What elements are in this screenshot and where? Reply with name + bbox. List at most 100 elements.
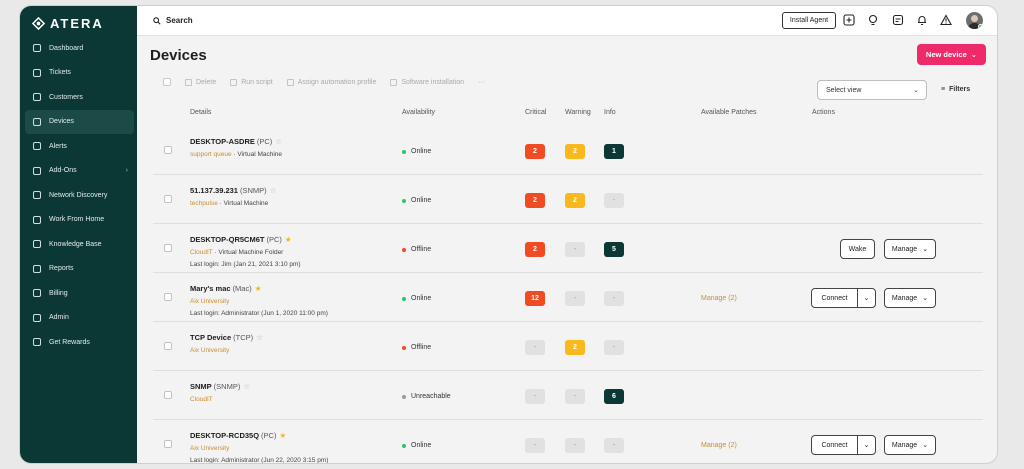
critical-badge[interactable]: - bbox=[525, 340, 545, 355]
table-row[interactable]: 51.137.39.231 (SNMP) ☆ techpulse · Virtual … bbox=[153, 175, 983, 224]
sidebar-item-knowledge-base[interactable]: Knowledge Base bbox=[25, 232, 134, 257]
critical-badge[interactable]: 2 bbox=[525, 242, 545, 257]
user-avatar[interactable] bbox=[966, 12, 983, 29]
star-icon[interactable]: ★ bbox=[285, 235, 292, 244]
device-name-text[interactable]: DESKTOP-QR5CM6T bbox=[190, 235, 264, 244]
sidebar-item-dashboard[interactable]: Dashboard bbox=[25, 36, 134, 61]
sidebar-item-tickets[interactable]: Tickets bbox=[25, 61, 134, 86]
row-checkbox[interactable] bbox=[164, 391, 172, 399]
critical-badge[interactable]: 2 bbox=[525, 144, 545, 159]
star-icon[interactable]: ☆ bbox=[270, 186, 277, 195]
critical-badge[interactable]: - bbox=[525, 389, 545, 404]
customer-link[interactable]: Aix University bbox=[190, 347, 229, 354]
manage-patches-link[interactable]: Manage (2) bbox=[701, 295, 737, 302]
search-bar[interactable]: Search bbox=[153, 16, 193, 25]
wake-button[interactable]: Wake bbox=[840, 239, 875, 259]
assign-profile-button[interactable]: Assign automation profile bbox=[286, 78, 376, 86]
star-icon[interactable]: ☆ bbox=[275, 137, 282, 146]
manage-button[interactable]: Manage ⌄ bbox=[884, 435, 936, 455]
device-name-text[interactable]: 51.137.39.231 bbox=[190, 186, 238, 195]
customer-link[interactable]: support queue bbox=[190, 151, 232, 158]
sidebar-item-admin[interactable]: Admin bbox=[25, 306, 134, 331]
device-name[interactable]: 51.137.39.231 (SNMP) ☆ bbox=[190, 186, 276, 195]
chevron-down-icon[interactable]: ⌄ bbox=[858, 289, 875, 307]
warning-badge[interactable]: - bbox=[565, 242, 585, 257]
warning-badge[interactable]: 2 bbox=[565, 144, 585, 159]
critical-badge[interactable]: 12 bbox=[525, 291, 545, 306]
add-icon[interactable] bbox=[843, 14, 855, 26]
install-agent-button[interactable]: Install Agent bbox=[782, 12, 836, 29]
device-name[interactable]: TCP Device (TCP) ☆ bbox=[190, 333, 263, 342]
row-checkbox[interactable] bbox=[164, 146, 172, 154]
customer-link[interactable]: Aix University bbox=[190, 298, 229, 305]
star-icon[interactable]: ★ bbox=[279, 431, 286, 440]
warning-badge[interactable]: 2 bbox=[565, 193, 585, 208]
row-checkbox[interactable] bbox=[164, 342, 172, 350]
chat-icon[interactable] bbox=[892, 14, 904, 26]
row-checkbox[interactable] bbox=[164, 440, 172, 448]
table-row[interactable]: DESKTOP-ASDRE (PC) ☆ support queue · Virtua… bbox=[153, 126, 983, 175]
customer-link[interactable]: techpulse bbox=[190, 200, 218, 207]
customer-link[interactable]: Aix University bbox=[190, 445, 229, 452]
bell-icon[interactable] bbox=[916, 14, 928, 26]
info-badge[interactable]: - bbox=[604, 340, 624, 355]
device-name-text[interactable]: Mary's mac bbox=[190, 284, 231, 293]
row-checkbox[interactable] bbox=[164, 244, 172, 252]
star-icon[interactable]: ★ bbox=[255, 284, 262, 293]
new-device-button[interactable]: New device ⌄ bbox=[917, 44, 986, 65]
sidebar-item-work-from-home[interactable]: Work From Home bbox=[25, 208, 134, 233]
manage-patches-link[interactable]: Manage (2) bbox=[701, 442, 737, 449]
select-view-dropdown[interactable]: Select view ⌄ bbox=[817, 80, 927, 100]
customer-link[interactable]: CloudIT bbox=[190, 249, 213, 256]
sidebar-item-customers[interactable]: Customers bbox=[25, 85, 134, 110]
warning-icon[interactable] bbox=[940, 14, 952, 26]
sidebar-item-billing[interactable]: Billing bbox=[25, 281, 134, 306]
info-badge[interactable]: - bbox=[604, 438, 624, 453]
connect-button[interactable]: Connect ⌄ bbox=[811, 435, 876, 455]
device-name-text[interactable]: DESKTOP-RCD35Q bbox=[190, 431, 259, 440]
row-checkbox[interactable] bbox=[164, 293, 172, 301]
customer-link[interactable]: CloudIT bbox=[190, 396, 213, 403]
info-badge[interactable]: 1 bbox=[604, 144, 624, 159]
manage-button[interactable]: Manage ⌄ bbox=[884, 239, 936, 259]
chevron-down-icon[interactable]: ⌄ bbox=[858, 436, 875, 454]
sidebar-item-alerts[interactable]: Alerts bbox=[25, 134, 134, 159]
device-name[interactable]: DESKTOP-RCD35Q (PC) ★ bbox=[190, 431, 286, 440]
device-name[interactable]: DESKTOP-ASDRE (PC) ☆ bbox=[190, 137, 282, 146]
info-badge[interactable]: 6 bbox=[604, 389, 624, 404]
lightbulb-icon[interactable] bbox=[867, 14, 879, 26]
software-installation-button[interactable]: Software installation bbox=[390, 78, 464, 86]
select-all-checkbox[interactable] bbox=[163, 78, 171, 86]
device-name-text[interactable]: SNMP bbox=[190, 382, 212, 391]
manage-button[interactable]: Manage ⌄ bbox=[884, 288, 936, 308]
sidebar-item-network-discovery[interactable]: Network Discovery bbox=[25, 183, 134, 208]
more-actions-button[interactable]: ··· bbox=[478, 79, 485, 86]
filters-button[interactable]: ≡ Filters bbox=[941, 86, 970, 93]
sidebar-item-reports[interactable]: Reports bbox=[25, 257, 134, 282]
critical-badge[interactable]: 2 bbox=[525, 193, 545, 208]
star-icon[interactable]: ☆ bbox=[256, 333, 263, 342]
warning-badge[interactable]: - bbox=[565, 291, 585, 306]
device-name-text[interactable]: DESKTOP-ASDRE bbox=[190, 137, 255, 146]
connect-label[interactable]: Connect bbox=[812, 289, 858, 307]
warning-badge[interactable]: 2 bbox=[565, 340, 585, 355]
sidebar-item-add-ons[interactable]: Add-Ons › bbox=[25, 159, 134, 184]
table-row[interactable]: SNMP (SNMP) ☆ CloudIT Unreachable - - 6 bbox=[153, 371, 983, 420]
device-name-text[interactable]: TCP Device bbox=[190, 333, 231, 342]
table-row[interactable]: Mary's mac (Mac) ★ Aix University Last login… bbox=[153, 273, 983, 322]
sidebar-item-devices[interactable]: Devices bbox=[25, 109, 134, 134]
connect-label[interactable]: Connect bbox=[812, 436, 858, 454]
row-checkbox[interactable] bbox=[164, 195, 172, 203]
warning-badge[interactable]: - bbox=[565, 438, 585, 453]
delete-button[interactable]: Delete bbox=[185, 78, 216, 86]
run-script-button[interactable]: Run script bbox=[230, 78, 273, 86]
table-row[interactable]: TCP Device (TCP) ☆ Aix University Offline - 2 - bbox=[153, 322, 983, 371]
info-badge[interactable]: 5 bbox=[604, 242, 624, 257]
table-row[interactable]: DESKTOP-QR5CM6T (PC) ★ CloudIT · Virtual Ma… bbox=[153, 224, 983, 273]
info-badge[interactable]: - bbox=[604, 291, 624, 306]
critical-badge[interactable]: - bbox=[525, 438, 545, 453]
device-name[interactable]: Mary's mac (Mac) ★ bbox=[190, 284, 261, 293]
device-name[interactable]: DESKTOP-QR5CM6T (PC) ★ bbox=[190, 235, 292, 244]
info-badge[interactable]: - bbox=[604, 193, 624, 208]
sidebar-item-get-rewards[interactable]: Get Rewards bbox=[25, 330, 134, 355]
